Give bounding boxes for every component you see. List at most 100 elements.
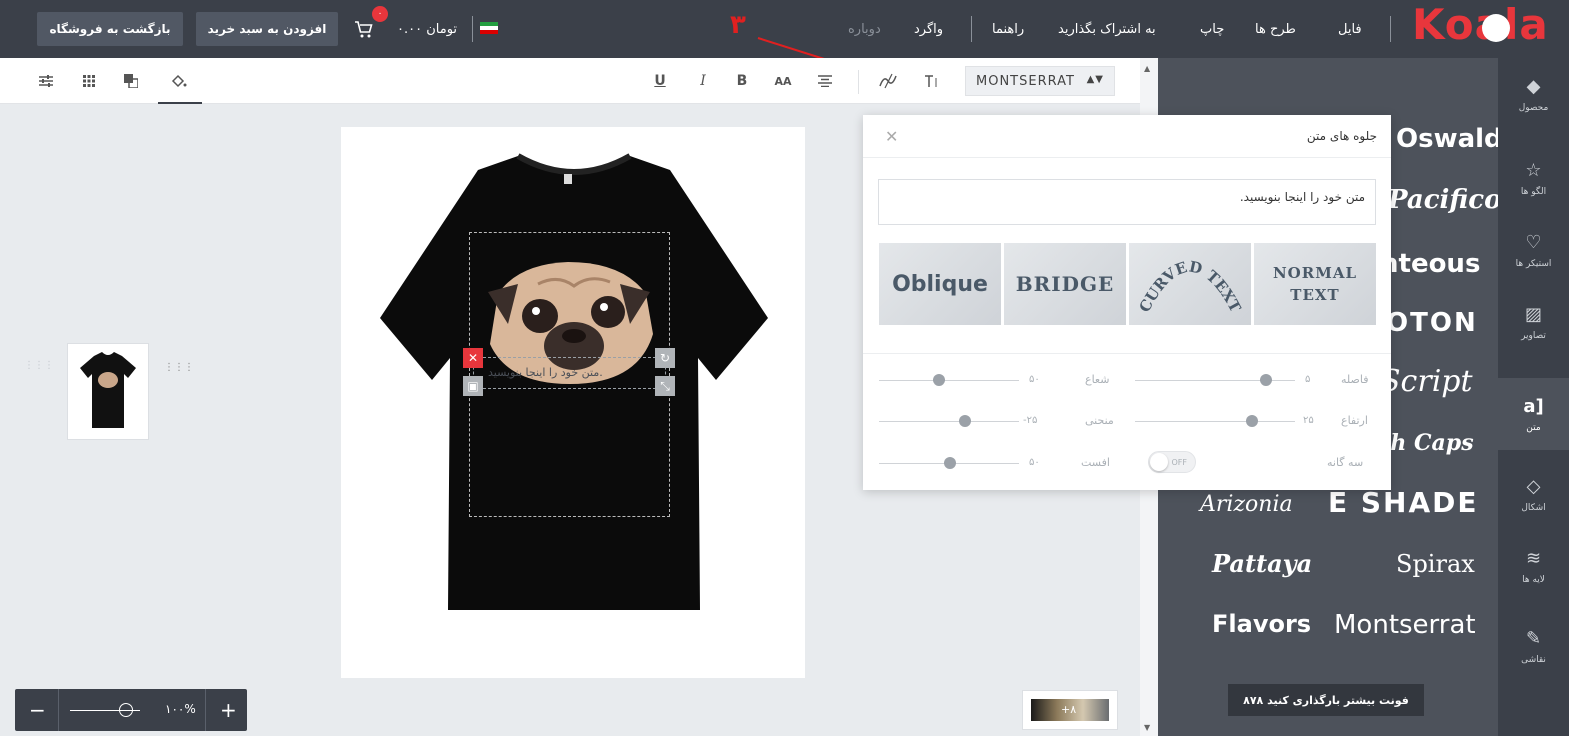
cart-badge: ۰ [372, 6, 388, 22]
undo-menu-item[interactable]: واگرد [914, 22, 943, 37]
effect-normal[interactable]: NORMAL TEXT [1254, 243, 1376, 325]
text-icon: a] [1523, 395, 1544, 417]
add-to-cart-button[interactable]: افزودن به سبد خرید [196, 12, 338, 46]
radius-value: ۵۰ [1029, 374, 1040, 385]
selected-text-object[interactable]: متن خود را اینجا بنویسید. [488, 366, 603, 379]
height-slider[interactable] [1135, 421, 1295, 422]
underline-button[interactable]: U [651, 72, 669, 90]
logo: Koala [1412, 0, 1549, 49]
spacing-value: ۵ [1305, 374, 1311, 385]
font-option-flavors[interactable]: Flavors [1212, 610, 1311, 638]
radius-slider[interactable] [879, 380, 1019, 381]
zoom-out-button[interactable]: − [29, 698, 46, 722]
svg-text:CURVED TEXT: CURVED TEXT [1135, 257, 1244, 316]
italic-button[interactable]: I [694, 72, 712, 90]
divider [863, 157, 1391, 158]
font-option-arizonia[interactable]: Arizonia [1200, 492, 1293, 517]
font-option-pattaya[interactable]: Pattaya [1212, 549, 1312, 578]
zoom-in-button[interactable]: + [220, 698, 237, 722]
offset-value: ۵۰ [1029, 457, 1040, 468]
font-option-montserrat[interactable]: Montserrat [1334, 610, 1476, 640]
effect-bridge[interactable]: BRIDGE [1004, 243, 1126, 325]
help-menu-item[interactable]: راهنما [992, 22, 1024, 37]
nav-item-layers[interactable]: ≋ لایه ها [1498, 530, 1569, 602]
divider [58, 689, 59, 731]
nav-item-label: محصول [1518, 102, 1549, 113]
nav-item-drawing[interactable]: ✎ نقاشی [1498, 610, 1569, 682]
fill-bucket-icon[interactable] [170, 72, 188, 90]
load-more-fonts-button[interactable]: ۸۷۸ فونت بیشتر بارگذاری کنید [1228, 684, 1424, 716]
toggle-knob [1150, 453, 1168, 471]
font-option-anton[interactable]: OTON [1386, 308, 1478, 338]
curve-slider[interactable] [879, 421, 1019, 422]
nav-item-label: استیکر ها [1515, 258, 1552, 269]
iran-flag-icon[interactable] [480, 22, 498, 34]
divider [858, 70, 859, 94]
curve-slider-knob[interactable] [959, 415, 971, 427]
curved-text-preview: CURVED TEXT [1135, 257, 1244, 316]
nav-item-images[interactable]: ▨ تصاویر [1498, 286, 1569, 358]
font-family-select[interactable]: MONTSERRAT ▲▼ [965, 66, 1115, 96]
print-menu-item[interactable]: چاپ [1200, 22, 1224, 37]
divider [205, 689, 206, 731]
nav-item-label: نقاشی [1521, 654, 1546, 665]
font-option-oswald[interactable]: Oswald [1396, 124, 1498, 154]
radius-slider-knob[interactable] [933, 374, 945, 386]
designs-menu-item[interactable]: طرح ها [1255, 22, 1296, 37]
triple-toggle[interactable]: OFF [1148, 451, 1196, 473]
font-option-righteous[interactable]: nteous [1380, 249, 1480, 279]
share-menu-item[interactable]: به اشتراک بگذارید [1058, 22, 1156, 37]
close-icon[interactable]: ✕ [885, 127, 898, 146]
color-swatch-button[interactable]: +۸ [1022, 690, 1118, 730]
text-size-icon[interactable] [922, 72, 940, 90]
nav-item-label: الگو ها [1520, 186, 1547, 197]
align-center-icon[interactable] [816, 72, 834, 90]
scroll-up-icon[interactable]: ▲ [1144, 64, 1150, 73]
zoom-slider-knob[interactable] [119, 703, 133, 717]
diamond-icon: ◇ [1526, 475, 1541, 497]
divider [863, 353, 1391, 354]
grid-icon[interactable] [80, 72, 98, 90]
back-to-store-button[interactable]: بازگشت به فروشگاه [37, 12, 183, 46]
nav-item-label: لایه ها [1522, 574, 1545, 585]
effect-text-input[interactable]: متن خود را اینجا بنویسید. [878, 179, 1376, 225]
scroll-down-icon[interactable]: ▼ [1144, 723, 1150, 732]
active-tool-indicator [158, 102, 202, 104]
heart-icon: ♡ [1525, 231, 1542, 253]
spacing-slider-knob[interactable] [1260, 374, 1272, 386]
duplicate-handle-icon[interactable]: ▣ [463, 376, 483, 396]
koala-mascot-icon [1482, 14, 1510, 42]
offset-slider-knob[interactable] [944, 457, 956, 469]
bold-button[interactable]: B [733, 72, 751, 90]
font-option-brush-caps[interactable]: sh Caps [1378, 430, 1474, 456]
effect-curved[interactable]: CURVED TEXT [1129, 243, 1251, 325]
font-option-shade[interactable]: E SHADE [1328, 486, 1479, 519]
nav-item-text[interactable]: a] متن [1498, 378, 1569, 450]
divider [472, 16, 473, 42]
curve-label: منحنی [1085, 414, 1114, 427]
height-value: ۲۵ [1303, 415, 1314, 426]
delete-handle-icon[interactable]: ✕ [463, 348, 483, 368]
spacing-label: فاصله [1341, 373, 1369, 386]
nav-item-stickers[interactable]: ♡ استیکر ها [1498, 214, 1569, 286]
file-menu-item[interactable]: فایل [1338, 22, 1362, 37]
layer-order-icon[interactable] [122, 72, 140, 90]
height-slider-knob[interactable] [1246, 415, 1258, 427]
rotate-handle-icon[interactable]: ↻ [655, 348, 675, 368]
resize-handle-icon[interactable]: ⤡ [655, 376, 675, 396]
adjust-sliders-icon[interactable] [37, 72, 55, 90]
cart-icon[interactable] [353, 18, 375, 40]
effect-oblique[interactable]: Oblique [879, 243, 1001, 325]
font-option-script[interactable]: Script [1380, 364, 1473, 399]
nav-item-templates[interactable]: ☆ الگو ها [1498, 142, 1569, 214]
font-option-spirax[interactable]: Spirax [1396, 550, 1475, 578]
nav-item-label: متن [1526, 422, 1541, 433]
nav-item-product[interactable]: ◆ محصول [1498, 58, 1569, 130]
font-family-value: MONTSERRAT [976, 73, 1075, 89]
effect-normal-label: NORMAL TEXT [1272, 264, 1358, 304]
text-effects-icon[interactable] [879, 72, 897, 90]
font-option-pacifico[interactable]: Pacifico [1388, 185, 1498, 215]
nav-item-shapes[interactable]: ◇ اشکال [1498, 458, 1569, 530]
text-case-button[interactable]: AA [774, 72, 792, 90]
thumb-dots-right-icon[interactable]: ⋮⋮⋮ [164, 362, 194, 373]
